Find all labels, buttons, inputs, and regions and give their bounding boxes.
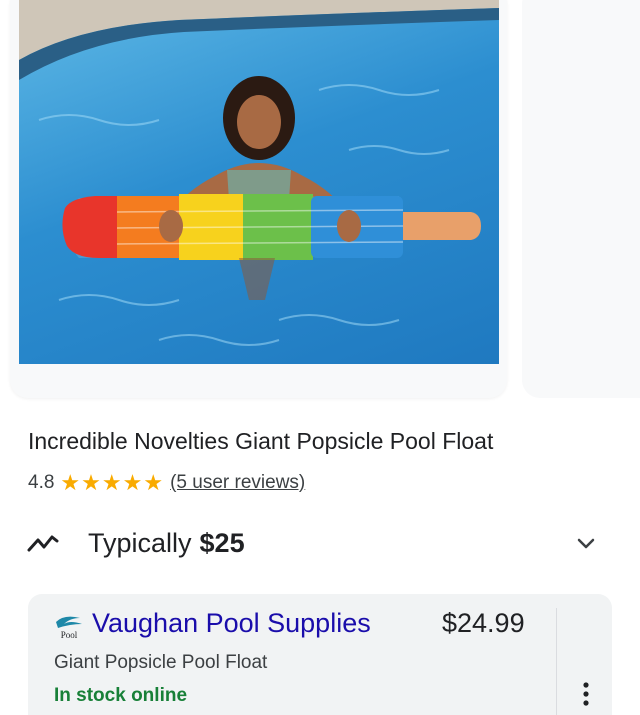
offer-divider [556, 608, 557, 715]
star-icon: ★ [81, 470, 101, 495]
star-icon: ★ [122, 470, 143, 495]
stock-status: In stock online [54, 685, 188, 706]
seller-logo-text: Pool [61, 630, 78, 640]
star-icon: ★ [60, 470, 81, 495]
trend-icon [27, 535, 59, 552]
star-icon: ★ [143, 470, 164, 495]
next-image-card[interactable] [522, 0, 640, 398]
more-options-icon[interactable] [576, 680, 596, 708]
seller-offer-card[interactable]: Pool Vaughan Pool Supplies $24.99 Giant … [28, 594, 612, 715]
chevron-down-icon[interactable] [574, 531, 598, 555]
product-image[interactable] [19, 0, 499, 364]
offer-price: $24.99 [442, 608, 525, 638]
offer-product-name: Giant Popsicle Pool Float [54, 652, 268, 673]
typical-price-row[interactable]: Typically $25 [26, 522, 606, 564]
star-icon: ★ [101, 470, 122, 495]
seller-name-link[interactable]: Vaughan Pool Supplies [92, 608, 371, 639]
product-image-card[interactable] [10, 0, 507, 398]
rating-row: 4.8 ★ ★ ★ ★ ★ (5 user reviews) [28, 472, 305, 494]
rating-stars: ★ ★ ★ ★ ★ [60, 472, 164, 494]
seller-logo: Pool [56, 616, 82, 640]
rating-value: 4.8 [28, 472, 55, 493]
user-reviews-link[interactable]: (5 user reviews) [170, 472, 305, 494]
product-title: Incredible Novelties Giant Popsicle Pool… [28, 428, 494, 454]
typical-price-value: $25 [199, 527, 245, 558]
typical-price-label: Typically [88, 527, 192, 558]
